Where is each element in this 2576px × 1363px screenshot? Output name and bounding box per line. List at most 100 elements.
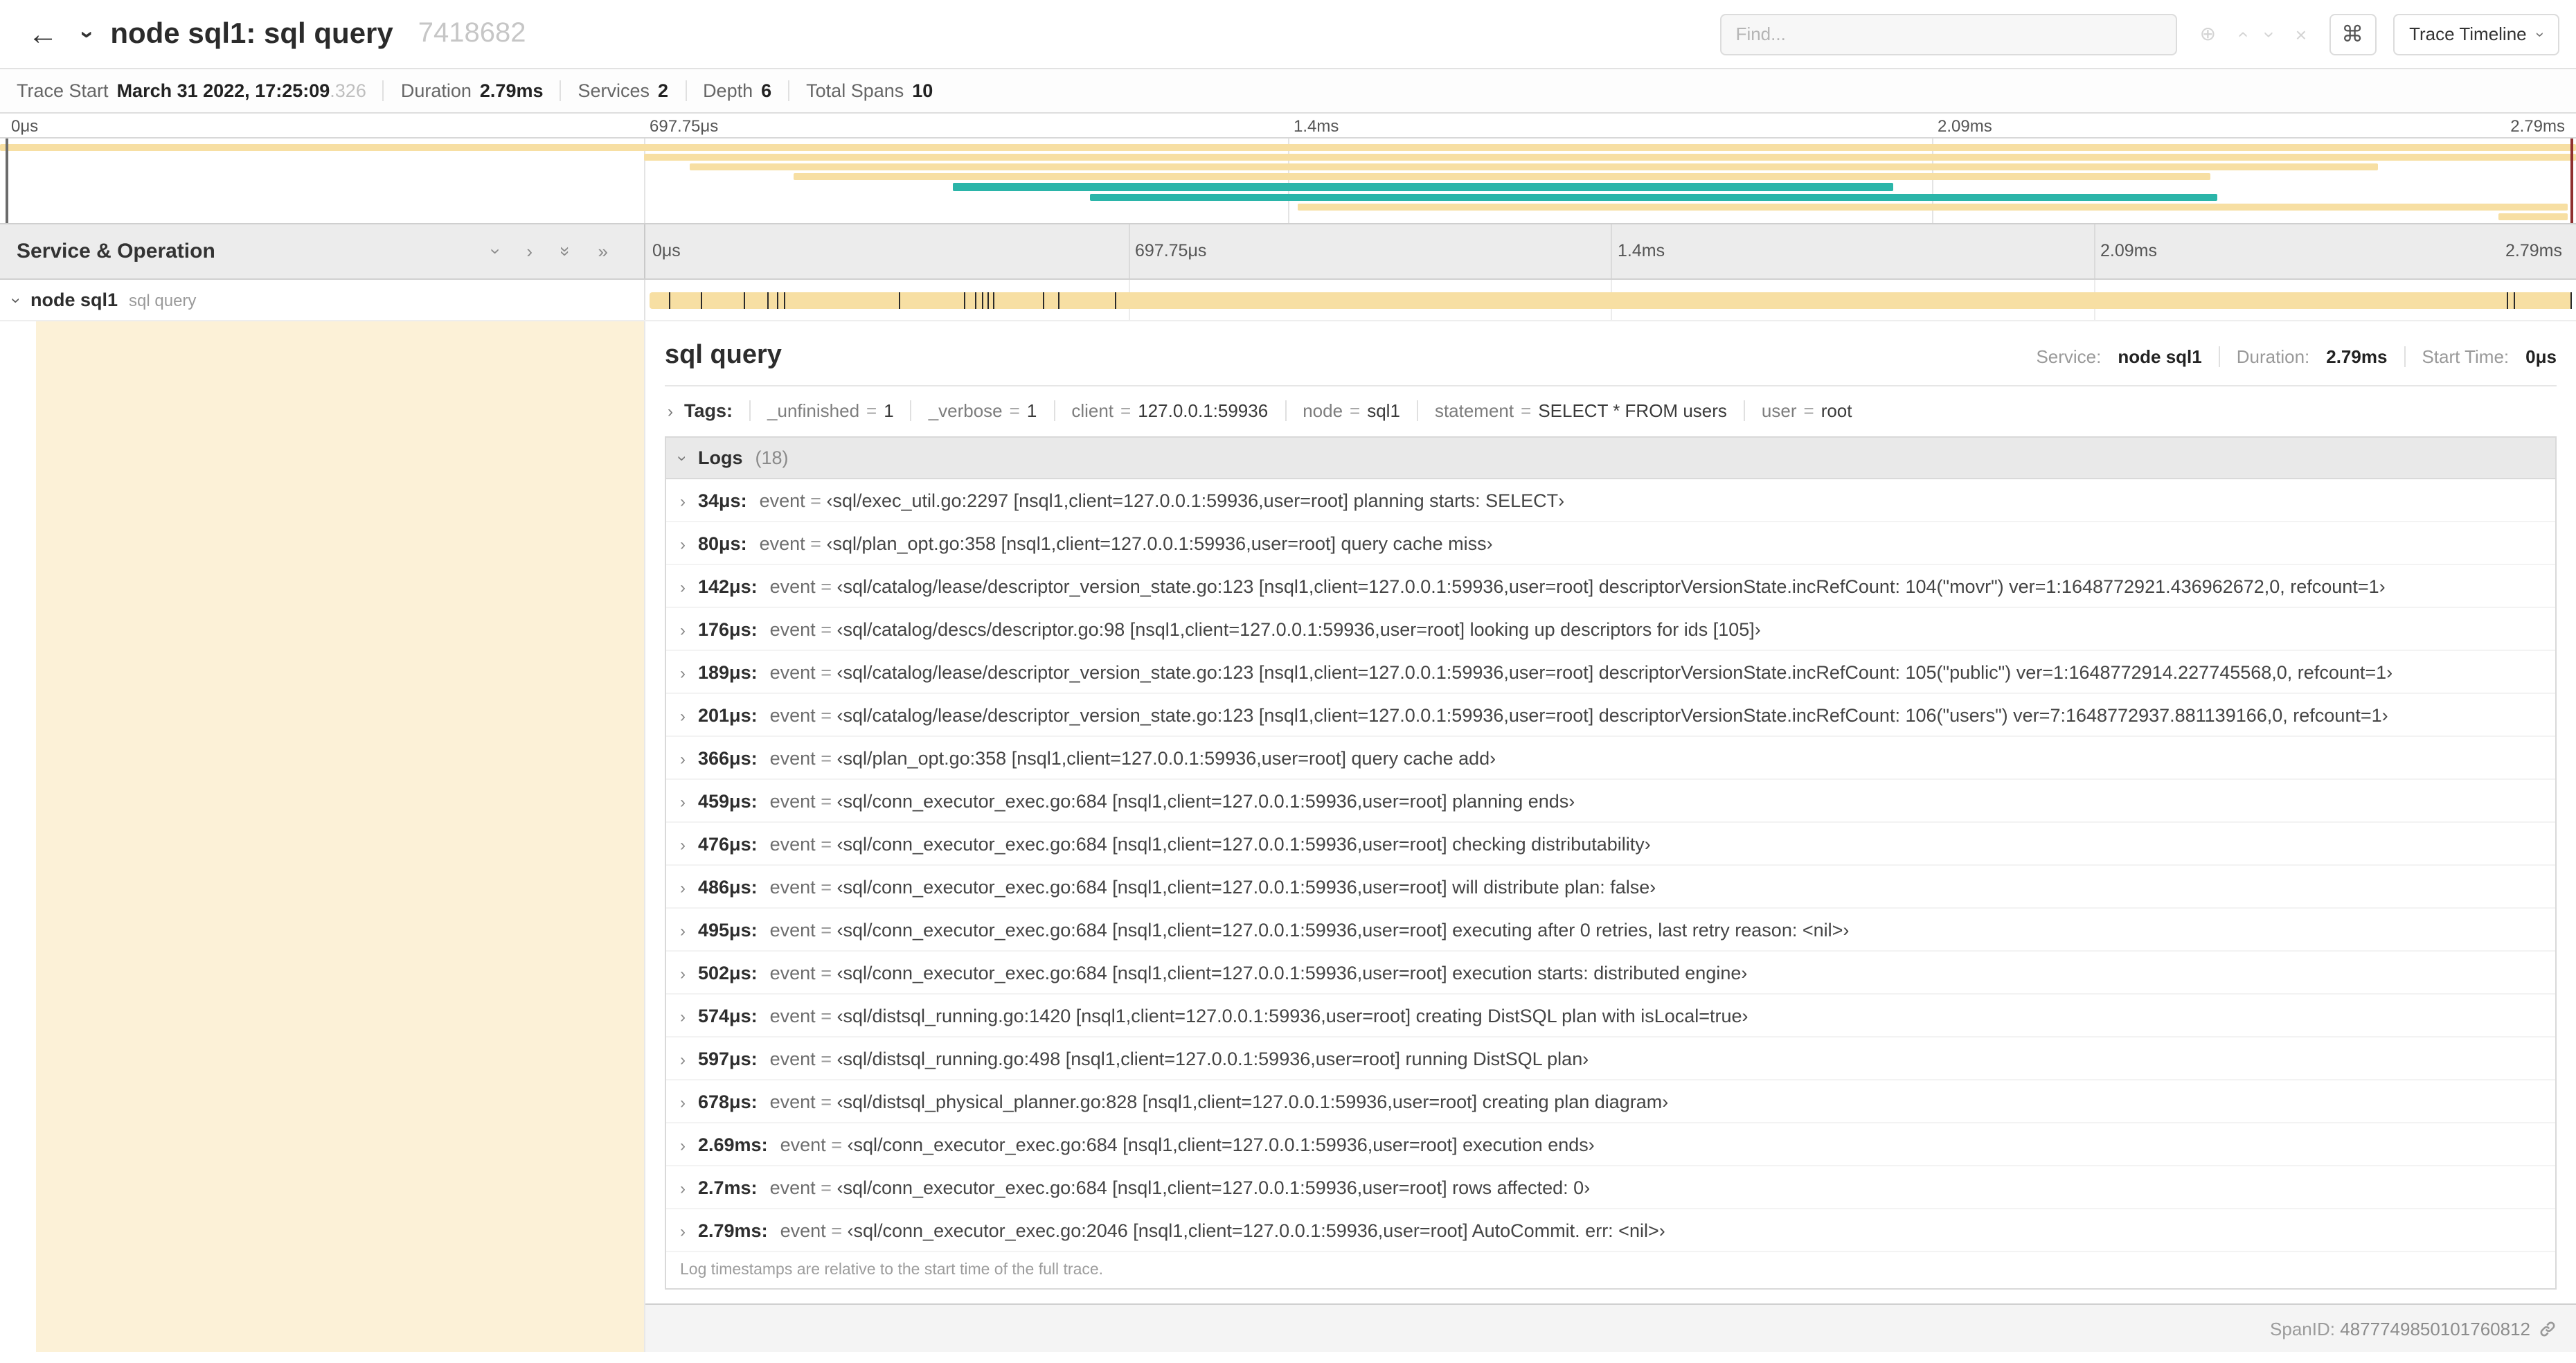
chevron-right-icon: › — [680, 921, 686, 941]
divider — [749, 400, 751, 421]
log-timestamp: 2.79ms: — [698, 1220, 768, 1241]
tag-item: client = 127.0.0.1:59936 — [1071, 400, 1269, 421]
divider — [910, 400, 912, 421]
detail-left-column — [0, 321, 645, 1352]
chevron-down-icon: › — [2532, 31, 2549, 37]
minimap-span-bar — [793, 173, 2210, 180]
keyboard-shortcuts-button[interactable]: ⌘ — [2329, 13, 2377, 55]
log-row[interactable]: › 189μs: event = ‹sql/catalog/lease/desc… — [666, 651, 2555, 694]
log-row[interactable]: › 486μs: event = ‹sql/conn_executor_exec… — [666, 866, 2555, 909]
chevron-right-icon: › — [680, 621, 686, 640]
log-marker-tick — [776, 292, 778, 309]
log-row[interactable]: › 2.79ms: event = ‹sql/conn_executor_exe… — [666, 1209, 2555, 1252]
log-timestamp: 597μs: — [698, 1049, 758, 1069]
next-match-icon[interactable]: › — [2259, 23, 2281, 45]
chevron-right-icon: › — [680, 1007, 686, 1026]
trace-services: Services 2 — [578, 80, 669, 101]
log-row[interactable]: › 495μs: event = ‹sql/conn_executor_exec… — [666, 909, 2555, 952]
minimap-tick-label: 2.09ms — [1938, 116, 1992, 136]
log-timestamp: 2.69ms: — [698, 1134, 768, 1155]
log-row[interactable]: › 80μs: event = ‹sql/plan_opt.go:358 [ns… — [666, 522, 2555, 565]
view-selector-button[interactable]: Trace Timeline › — [2392, 13, 2559, 55]
log-row[interactable]: › 142μs: event = ‹sql/catalog/lease/desc… — [666, 565, 2555, 608]
divider — [1416, 400, 1418, 421]
log-timestamp: 486μs: — [698, 877, 758, 898]
log-row[interactable]: › 2.7ms: event = ‹sql/conn_executor_exec… — [666, 1166, 2555, 1209]
divider — [1285, 400, 1287, 421]
ruler-tick-label: 1.4ms — [1618, 241, 1665, 260]
log-row[interactable]: › 502μs: event = ‹sql/conn_executor_exec… — [666, 952, 2555, 995]
detail-duration-value: 2.79ms — [2326, 346, 2388, 366]
span-detail-panel: sql query Service: node sql1 Duration: 2… — [645, 321, 2576, 1305]
log-row[interactable]: › 678μs: event = ‹sql/distsql_physical_p… — [666, 1080, 2555, 1123]
page-title: node sql1: sql query — [110, 17, 393, 49]
detail-right-column: sql query Service: node sql1 Duration: 2… — [645, 321, 2576, 1352]
log-body: event = ‹sql/distsql_running.go:498 [nsq… — [769, 1049, 1589, 1069]
ruler-tick-label: 2.79ms — [2505, 241, 2562, 260]
minimap-canvas[interactable] — [0, 137, 2576, 223]
expand-all-icon[interactable]: » — [598, 241, 608, 262]
span-collapse-icon[interactable]: › — [7, 290, 26, 310]
minimap-tick-label: 0μs — [11, 116, 39, 136]
ruler-gridline — [1611, 224, 1612, 278]
collapse-all-icon[interactable]: » — [555, 241, 575, 262]
command-icon: ⌘ — [2341, 23, 2364, 46]
clear-find-icon[interactable]: × — [2296, 23, 2307, 45]
log-row[interactable]: › 2.69ms: event = ‹sql/conn_executor_exe… — [666, 1123, 2555, 1166]
log-body: event = ‹sql/conn_executor_exec.go:684 [… — [769, 791, 1575, 812]
log-marker-tick — [992, 292, 994, 309]
divider — [560, 80, 562, 101]
viewport-left-handle[interactable] — [6, 139, 8, 223]
logs-section: › Logs (18) › 34μs: event = ‹sql/exec_ut… — [665, 436, 2557, 1290]
tags-toggle[interactable]: › Tags: — [668, 400, 733, 421]
logs-header[interactable]: › Logs (18) — [666, 438, 2555, 479]
link-icon[interactable] — [2539, 1320, 2557, 1338]
logs-footer-note: Log timestamps are relative to the start… — [666, 1252, 2555, 1288]
tag-item: statement = SELECT * FROM users — [1434, 400, 1727, 421]
log-body: event = ‹sql/plan_opt.go:358 [nsql1,clie… — [769, 748, 1496, 769]
span-color-tint — [36, 321, 644, 1352]
chevron-right-icon: › — [680, 706, 686, 726]
detail-header: sql query Service: node sql1 Duration: 2… — [665, 332, 2557, 386]
span-bar[interactable] — [650, 292, 2572, 309]
log-marker-tick — [2570, 292, 2572, 309]
log-marker-tick — [668, 292, 670, 309]
log-body: event = ‹sql/exec_util.go:2297 [nsql1,cl… — [759, 490, 1565, 511]
collapse-one-icon[interactable]: › — [485, 241, 506, 262]
log-row[interactable]: › 574μs: event = ‹sql/distsql_running.go… — [666, 995, 2555, 1037]
find-input[interactable] — [1720, 13, 2178, 55]
log-marker-tick — [744, 292, 746, 309]
log-row[interactable]: › 366μs: event = ‹sql/plan_opt.go:358 [n… — [666, 737, 2555, 780]
timeline-header: Service & Operation › › » » 0μs 697.75μs… — [0, 224, 2576, 280]
prev-match-icon[interactable]: › — [2230, 23, 2253, 45]
expand-one-icon[interactable]: › — [526, 241, 533, 262]
tags-row: › Tags: _unfinished = 1 _verbose = 1 cli… — [665, 386, 2557, 434]
minimap-span-bar — [953, 183, 1894, 191]
log-marker-tick — [2506, 292, 2508, 309]
log-marker-tick — [987, 292, 989, 309]
log-timestamp: 502μs: — [698, 963, 758, 983]
back-button[interactable]: ← — [17, 8, 69, 60]
span-row-label[interactable]: › node sql1 sql query — [0, 280, 645, 320]
log-row[interactable]: › 34μs: event = ‹sql/exec_util.go:2297 [… — [666, 479, 2555, 522]
chevron-right-icon: › — [680, 749, 686, 769]
log-row[interactable]: › 201μs: event = ‹sql/catalog/lease/desc… — [666, 694, 2555, 737]
chevron-right-icon: › — [680, 1136, 686, 1155]
detail-title: sql query — [665, 341, 782, 370]
log-timestamp: 80μs: — [698, 533, 747, 554]
collapse-trace-icon[interactable]: › — [75, 20, 101, 48]
divider — [382, 80, 384, 101]
log-row[interactable]: › 476μs: event = ‹sql/conn_executor_exec… — [666, 823, 2555, 866]
chevron-right-icon: › — [680, 792, 686, 812]
log-body: event = ‹sql/catalog/lease/descriptor_ve… — [769, 576, 2386, 597]
log-timestamp: 366μs: — [698, 748, 758, 769]
zoom-plus-icon[interactable]: ⊕ — [2200, 22, 2216, 46]
viewport-right-handle[interactable] — [2570, 139, 2573, 223]
log-row[interactable]: › 459μs: event = ‹sql/conn_executor_exec… — [666, 780, 2555, 823]
log-timestamp: 201μs: — [698, 705, 758, 726]
chevron-right-icon: › — [680, 1222, 686, 1241]
log-row[interactable]: › 597μs: event = ‹sql/distsql_running.go… — [666, 1037, 2555, 1080]
trace-page: ← › node sql1: sql query 7418682 ⊕ › › ×… — [0, 0, 2576, 1363]
log-row[interactable]: › 176μs: event = ‹sql/catalog/descs/desc… — [666, 608, 2555, 651]
service-operation-header: Service & Operation › › » » — [0, 224, 645, 278]
